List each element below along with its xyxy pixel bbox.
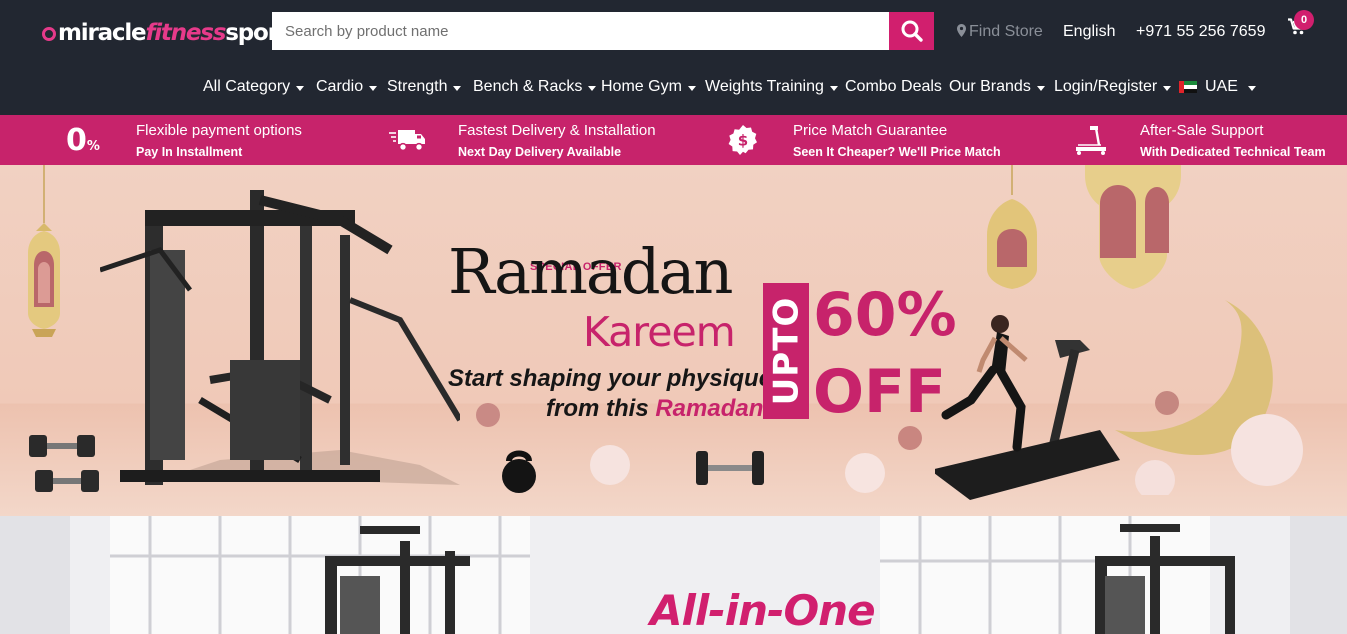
nav-label: Home Gym xyxy=(601,78,682,95)
nav-label: Strength xyxy=(387,78,448,95)
find-store-link[interactable]: Find Store xyxy=(957,23,1043,41)
chevron-down-icon xyxy=(453,85,462,91)
multi-gym-machine-image xyxy=(100,190,460,485)
site-header: miracle fitness sports Find Store Englis… xyxy=(0,0,1347,115)
dumbbells-image xyxy=(29,435,99,492)
feature-title: Flexible payment options xyxy=(136,122,302,139)
nav-home-gym[interactable]: Home Gym xyxy=(601,78,696,96)
nav-login-register[interactable]: Login/Register xyxy=(1054,78,1172,96)
discount-off-label: OFF xyxy=(813,357,946,427)
zero-percent-sign: % xyxy=(86,139,100,154)
feature-title: After-Sale Support xyxy=(1140,122,1264,139)
phone-number[interactable]: +971 55 256 7659 xyxy=(1136,23,1265,41)
chevron-down-icon xyxy=(588,85,597,91)
feature-subtitle: Seen It Cheaper? We'll Price Match xyxy=(793,145,1001,159)
chevron-down-icon xyxy=(296,85,305,91)
chevron-down-icon xyxy=(829,85,838,91)
feature-subtitle: Pay In Installment xyxy=(136,145,243,159)
logo-text-fitness: fitness xyxy=(145,20,226,46)
cart-count-badge: 0 xyxy=(1294,10,1314,30)
all-in-one-headline: All-in-One xyxy=(650,586,876,634)
features-strip: 0% Flexible payment options Pay In Insta… xyxy=(0,115,1347,165)
nav-label: Weights Training xyxy=(705,78,824,95)
country-label: UAE xyxy=(1205,78,1238,95)
ramadan-title: Ramadan xyxy=(448,235,733,308)
chevron-down-icon xyxy=(369,85,378,91)
delivery-truck-icon xyxy=(389,130,425,152)
kareem-title: Kareem xyxy=(583,308,736,356)
treadmill-runner-image xyxy=(935,315,1120,500)
find-store-label: Find Store xyxy=(969,23,1043,40)
main-nav: All Category Cardio Strength Bench & Rac… xyxy=(0,78,1347,100)
feature-subtitle: With Dedicated Technical Team xyxy=(1140,145,1326,159)
feature-subtitle: Next Day Delivery Available xyxy=(458,145,622,159)
promo-banner-ramadan[interactable]: SPECIAL OFFER Ramadan Kareem Start shapi… xyxy=(0,165,1347,516)
search-icon xyxy=(901,20,923,42)
search-bar xyxy=(272,12,934,50)
zero-big: 0 xyxy=(66,123,87,158)
nav-label: All Category xyxy=(203,78,291,95)
banner-tagline-line2: from this Ramadan xyxy=(546,395,763,423)
feature-title: Price Match Guarantee xyxy=(793,122,948,139)
treadmill-icon xyxy=(1076,126,1106,155)
uae-flag-icon xyxy=(1179,81,1197,93)
nav-combo-deals[interactable]: Combo Deals xyxy=(845,78,942,96)
banner-tagline-line1: Start shaping your physique xyxy=(448,365,773,392)
language-switch[interactable]: English xyxy=(1063,23,1115,41)
nav-strength[interactable]: Strength xyxy=(387,78,462,96)
chevron-down-icon xyxy=(1163,85,1172,91)
country-selector[interactable]: UAE xyxy=(1179,78,1256,96)
logo-text-miracle: miracle xyxy=(58,20,147,46)
logo-ring-icon xyxy=(42,27,56,41)
map-pin-icon xyxy=(957,24,966,37)
tagline-prefix: from this xyxy=(546,395,656,422)
chevron-down-icon xyxy=(687,85,696,91)
zero-percent-icon: 0% xyxy=(66,123,100,158)
nav-label: Combo Deals xyxy=(845,78,942,95)
nav-label: Login/Register xyxy=(1054,78,1158,95)
nav-weights-training[interactable]: Weights Training xyxy=(705,78,838,96)
nav-label: Bench & Racks xyxy=(473,78,583,95)
lanterns-right-icon xyxy=(987,165,1181,289)
feature-title: Fastest Delivery & Installation xyxy=(458,122,656,139)
promo-banner-all-in-one[interactable]: All-in-One xyxy=(0,516,1347,634)
chevron-down-icon xyxy=(1247,85,1256,91)
nav-bench-racks[interactable]: Bench & Racks xyxy=(473,78,597,96)
nav-cardio[interactable]: Cardio xyxy=(316,78,378,96)
upto-label: UPTO xyxy=(766,296,806,406)
crescent-moon-icon xyxy=(1115,300,1303,495)
lantern-icon xyxy=(28,165,60,337)
svg-text:$: $ xyxy=(738,132,748,150)
upto-badge: UPTO xyxy=(763,283,809,419)
nav-label: Cardio xyxy=(316,78,364,95)
price-match-icon: $ xyxy=(728,125,757,155)
nav-label: Our Brands xyxy=(949,78,1031,95)
search-button[interactable] xyxy=(889,12,934,50)
tagline-highlight: Ramadan xyxy=(655,395,764,422)
site-logo[interactable]: miracle fitness sports xyxy=(42,18,301,48)
nav-our-brands[interactable]: Our Brands xyxy=(949,78,1045,96)
nav-all-category[interactable]: All Category xyxy=(203,78,305,96)
search-input[interactable] xyxy=(272,12,889,50)
chevron-down-icon xyxy=(1036,85,1045,91)
